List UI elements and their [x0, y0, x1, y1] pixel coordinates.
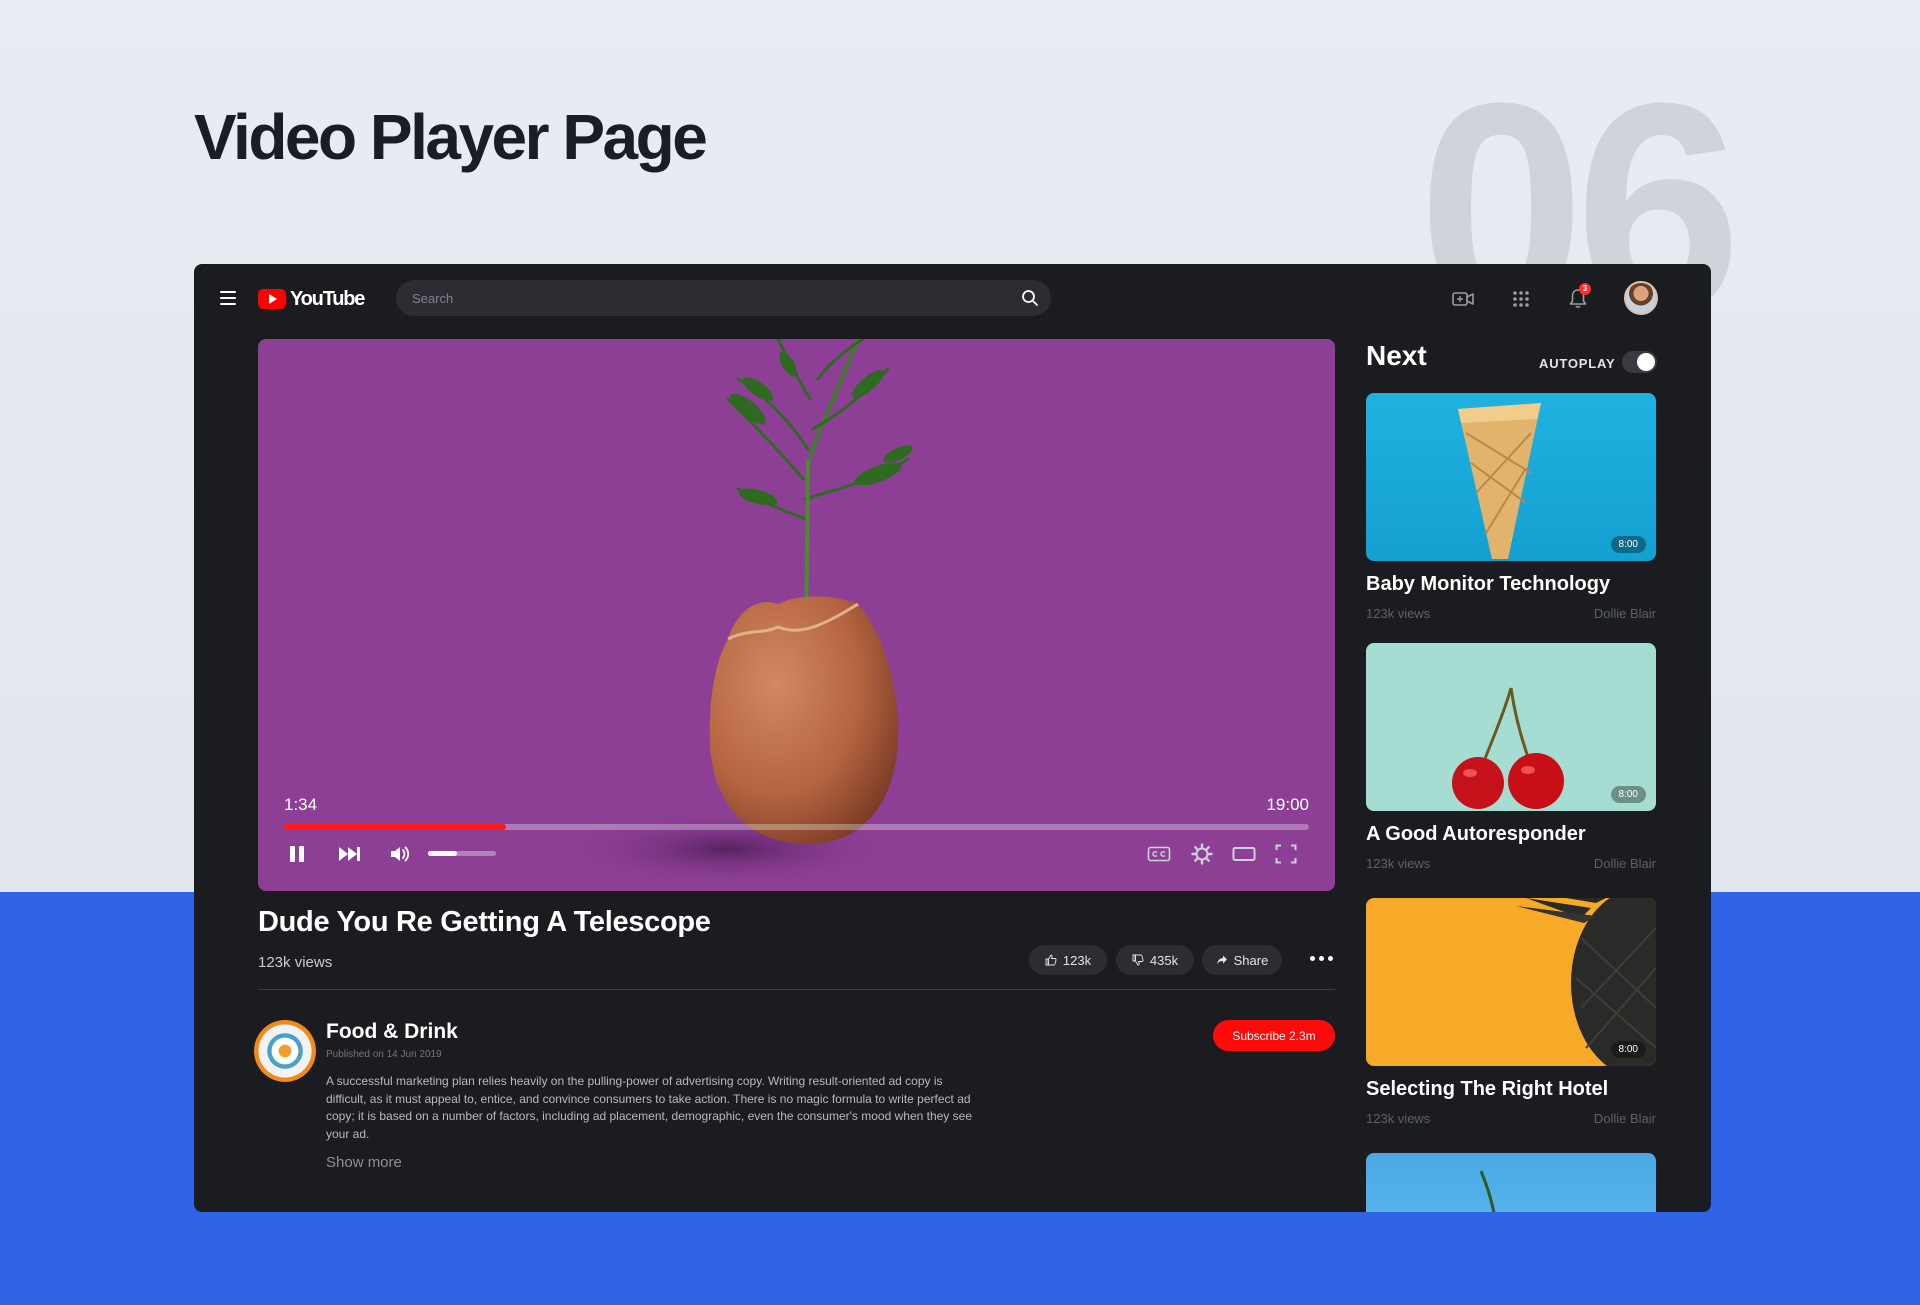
- dislike-count: 435k: [1149, 952, 1179, 968]
- channel-name[interactable]: Food & Drink: [326, 1020, 458, 1044]
- apps-grid-icon[interactable]: [1508, 286, 1534, 312]
- captions-button[interactable]: [1146, 841, 1172, 867]
- thumbs-down-icon: [1132, 954, 1144, 966]
- duration-badge: 8:00: [1610, 536, 1646, 553]
- gear-icon: [1191, 843, 1213, 865]
- publish-date: Published on 14 Jun 2019: [326, 1049, 442, 1060]
- subscribe-button[interactable]: Subscribe 2.3m: [1213, 1020, 1335, 1051]
- page-title: Video Player Page: [194, 101, 708, 173]
- search-icon[interactable]: [1021, 289, 1039, 307]
- search-input[interactable]: [412, 280, 992, 316]
- card-author: Dollie Blair: [1593, 1111, 1656, 1126]
- up-next-card[interactable]: 8:00 Baby Monitor Technology 123k views …: [1366, 393, 1656, 621]
- card-title: Selecting The Right Hotel: [1366, 1078, 1609, 1100]
- menu-icon[interactable]: [220, 291, 236, 305]
- like-count: 123k: [1062, 952, 1092, 968]
- volume-icon: [391, 846, 410, 862]
- card-title: A Good Autoresponder: [1366, 823, 1586, 845]
- pause-button[interactable]: [284, 841, 310, 867]
- cherries-image: [1452, 687, 1564, 809]
- pause-icon: [290, 846, 304, 862]
- card-meta: 123k views Dollie Blair: [1366, 1111, 1656, 1126]
- thumbs-up-icon: [1045, 954, 1057, 966]
- video-thumbnail: 8:00: [1366, 393, 1656, 561]
- progress-bar[interactable]: [284, 824, 1309, 830]
- video-thumbnail: 8:00: [1366, 643, 1656, 811]
- plant-image: [1479, 1170, 1496, 1212]
- card-meta: 123k views Dollie Blair: [1366, 856, 1656, 871]
- fullscreen-button[interactable]: [1273, 841, 1299, 867]
- video-thumbnail: [1366, 1153, 1656, 1212]
- skip-next-icon: [339, 847, 360, 861]
- notification-badge: 3: [1579, 283, 1591, 295]
- up-next-title: Next: [1366, 340, 1427, 371]
- user-avatar[interactable]: [1624, 281, 1658, 315]
- next-button[interactable]: [336, 841, 364, 867]
- share-label: Share: [1233, 952, 1269, 968]
- card-meta: 123k views Dollie Blair: [1366, 606, 1656, 621]
- theater-mode-icon: [1232, 847, 1256, 861]
- toggle-knob: [1637, 353, 1655, 371]
- share-icon: [1216, 955, 1227, 965]
- like-button[interactable]: 123k: [1029, 945, 1107, 975]
- notifications-button[interactable]: 3: [1565, 283, 1591, 312]
- theater-mode-button[interactable]: [1231, 841, 1257, 867]
- up-next-card[interactable]: 8:00 A Good Autoresponder 123k views Dol…: [1366, 643, 1656, 871]
- share-button[interactable]: Share: [1202, 945, 1282, 975]
- video-views: 123k views: [258, 954, 333, 971]
- current-time: 1:34: [284, 795, 318, 814]
- card-title: Baby Monitor Technology: [1366, 573, 1611, 595]
- card-views: 123k views: [1366, 856, 1431, 871]
- up-next-card[interactable]: 8:00 Selecting The Right Hotel 123k view…: [1366, 898, 1656, 1126]
- channel-avatar[interactable]: [254, 1020, 316, 1082]
- more-options-icon[interactable]: [1310, 956, 1333, 961]
- card-views: 123k views: [1366, 1111, 1431, 1126]
- card-author: Dollie Blair: [1593, 856, 1656, 871]
- logo-text: YouTube: [290, 287, 365, 310]
- total-time: 19:00: [1266, 795, 1309, 814]
- captions-icon: [1147, 846, 1171, 862]
- app-window: YouTube 3: [194, 264, 1711, 1212]
- video-camera-icon[interactable]: [1450, 286, 1476, 312]
- play-logo-icon: [258, 289, 286, 309]
- youtube-logo[interactable]: YouTube: [258, 286, 365, 312]
- pineapple-image: [1516, 898, 1656, 1066]
- autoplay-label: AUTOPLAY: [1539, 356, 1616, 371]
- card-author: Dollie Blair: [1593, 606, 1656, 621]
- fullscreen-icon: [1275, 844, 1297, 864]
- progress-fill: [284, 824, 507, 830]
- dislike-button[interactable]: 435k: [1116, 945, 1194, 975]
- video-frame: [558, 339, 913, 887]
- card-views: 123k views: [1366, 606, 1431, 621]
- volume-slider[interactable]: [428, 851, 496, 856]
- top-bar: YouTube 3: [194, 264, 1711, 334]
- duration-badge: 8:00: [1610, 786, 1646, 803]
- video-thumbnail: 8:00: [1366, 898, 1656, 1066]
- video-player[interactable]: 1:34 19:00: [258, 339, 1335, 891]
- video-description: A successful marketing plan relies heavi…: [326, 1074, 972, 1141]
- duration-badge: 8:00: [1610, 1041, 1646, 1058]
- volume-button[interactable]: [388, 841, 414, 867]
- up-next-card-partial[interactable]: [1366, 1153, 1656, 1212]
- volume-fill: [428, 851, 457, 856]
- show-more-link[interactable]: Show more: [326, 1154, 402, 1171]
- settings-button[interactable]: [1189, 841, 1215, 867]
- video-title: Dude You Re Getting A Telescope: [258, 906, 711, 938]
- autoplay-toggle[interactable]: [1622, 351, 1657, 373]
- divider: [258, 989, 1335, 990]
- ice-cream-cone-image: [1458, 403, 1541, 559]
- search-bar: [396, 280, 1051, 316]
